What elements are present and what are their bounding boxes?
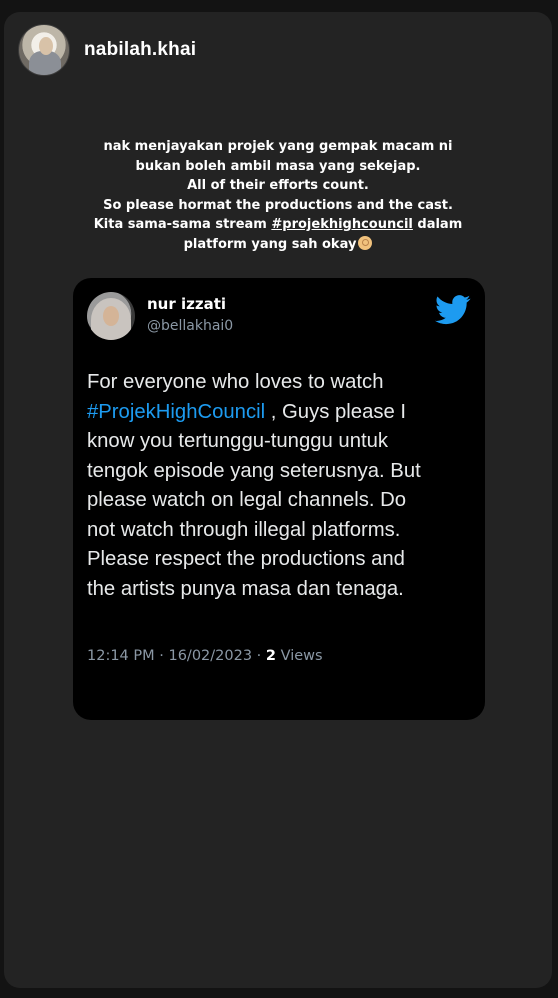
tweet-line: the artists punya masa dan tenaga. bbox=[87, 577, 404, 600]
tweet-line: know you tertunggu-tunggu untuk bbox=[87, 430, 389, 452]
tweet-hashtag-link[interactable]: #ProjekHighCouncil bbox=[87, 401, 265, 423]
story-username[interactable]: nabilah.khai bbox=[84, 39, 196, 61]
tweet-views-label: Views bbox=[275, 648, 323, 664]
tweet-line: Please respect the productions and bbox=[87, 548, 405, 570]
tweet-views-count: 2 bbox=[265, 648, 276, 664]
caption-text: dalam bbox=[412, 217, 463, 232]
tweet-line: not watch through illegal platforms. bbox=[87, 518, 401, 541]
caption-line: Kita sama-sama stream #projekhighcouncil… bbox=[34, 215, 522, 235]
caption-text: platform yang sah okay bbox=[183, 236, 357, 252]
caption-hashtag-link[interactable]: #projekhighcouncil bbox=[271, 217, 413, 232]
tweet-timestamp[interactable]: 12:14 PM · 16/02/2023 · bbox=[87, 648, 266, 664]
avatar-face bbox=[103, 306, 119, 326]
ok-hand-emoji-icon bbox=[358, 235, 373, 250]
tweet-line: #ProjekHighCouncil , Guys please I bbox=[87, 398, 477, 428]
tweet-line: please watch on legal channels. Do bbox=[87, 489, 407, 511]
caption-line: bukan boleh ambil masa yang sekejap. bbox=[135, 158, 421, 174]
caption-line: All of their efforts count. bbox=[187, 178, 369, 193]
caption-line: nak menjayakan projek yang gempak macam … bbox=[103, 139, 453, 154]
tweet-text: , Guys please I bbox=[265, 400, 407, 423]
tweet-author-avatar[interactable] bbox=[87, 292, 135, 340]
tweet-author-name[interactable]: nur izzati bbox=[147, 295, 226, 313]
caption-text: Kita sama-sama stream bbox=[93, 217, 272, 232]
tweet-line: For everyone who loves to watch bbox=[87, 371, 384, 393]
tweet-meta: 12:14 PM · 16/02/2023 · 2 Views bbox=[87, 648, 323, 664]
story-header: nabilah.khai bbox=[18, 24, 196, 76]
avatar-face bbox=[39, 37, 53, 55]
twitter-bird-icon bbox=[435, 295, 471, 325]
caption-line: platform yang sah okay bbox=[34, 235, 522, 255]
embedded-tweet[interactable]: nur izzati @bellakhai0 For everyone who … bbox=[73, 278, 485, 720]
profile-avatar[interactable] bbox=[18, 24, 70, 76]
tweet-author-handle[interactable]: @bellakhai0 bbox=[147, 318, 233, 334]
caption-line: So please hormat the productions and the… bbox=[103, 197, 453, 213]
tweet-line: tengok episode yang seterusnya. But bbox=[87, 459, 421, 482]
story-caption: nak menjayakan projek yang gempak macam … bbox=[34, 137, 522, 254]
story-card: nabilah.khai nak menjayakan projek yang … bbox=[4, 12, 552, 988]
tweet-body: For everyone who loves to watch #ProjekH… bbox=[87, 368, 477, 604]
